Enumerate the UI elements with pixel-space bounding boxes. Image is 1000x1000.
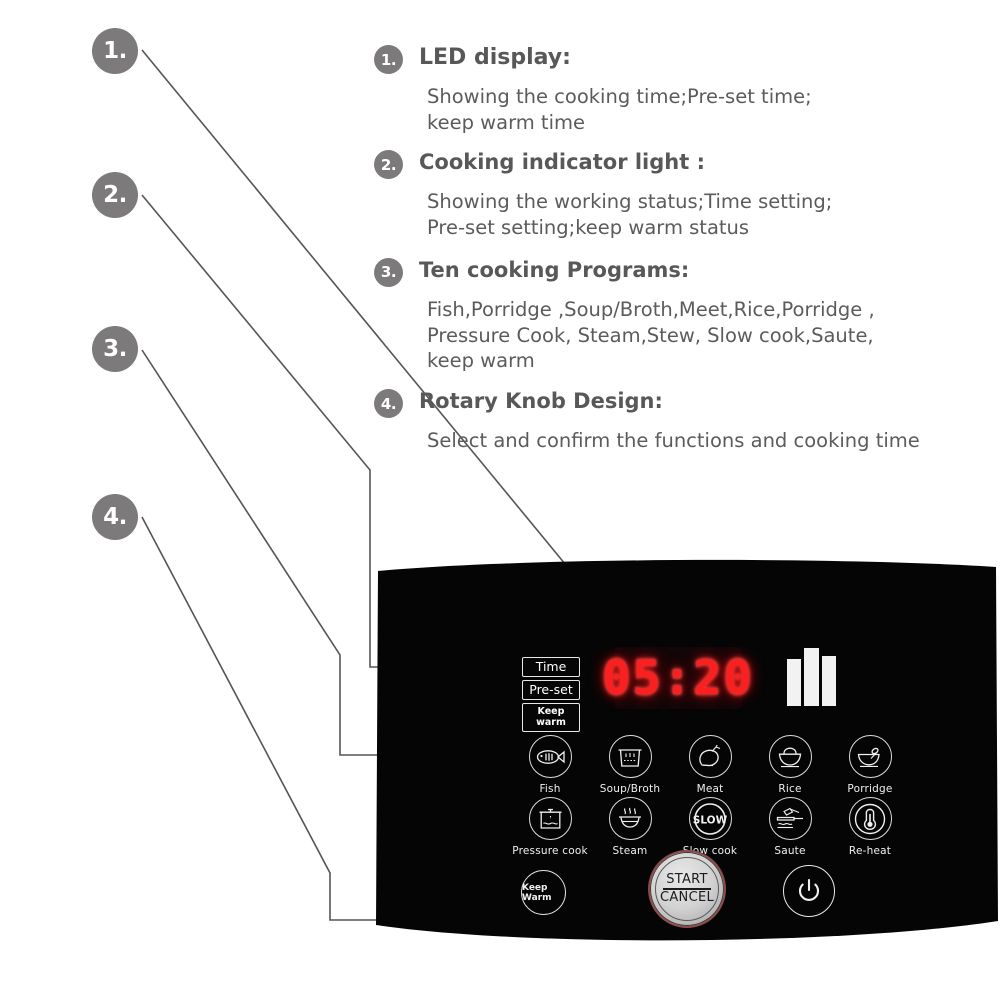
feature-badge-3: 3. [374,257,403,287]
program-label-meat: Meat [696,783,724,795]
feature-badge-4-label: 4. [380,394,397,413]
program-button-soup-broth[interactable]: Soup/Broth [590,735,670,795]
feature-badge-4: 4. [374,389,403,419]
program-button-fish[interactable]: Fish [510,735,590,795]
infographic-stage: 1. 2. 3. 4. 1. LED display: Showing the … [0,0,1000,1000]
led-display-value: 05:20 [602,650,754,706]
program-button-porridge[interactable]: Porridge [830,735,910,795]
knob-start-label: START [666,871,708,887]
feature-badge-2-label: 2. [380,155,397,174]
slow-icon-text: SLOW [693,814,728,826]
program-label-slow-cook-steam: Steam [612,845,648,857]
feature-list: 1. LED display: Showing the cooking time… [374,44,994,456]
feature-heading: 3. Ten cooking Programs: [374,257,994,287]
feature-item-led-display: 1. LED display: Showing the cooking time… [374,44,994,135]
program-button-slow-cook[interactable]: SLOW Slow cook [670,797,750,857]
porridge-bowl-spoon-icon [848,735,892,778]
program-button-steam[interactable]: Steam [590,797,670,857]
indicator-pre-set: Pre-set [522,680,580,700]
feature-badge-2: 2. [374,150,403,180]
feature-title-2: Cooking indicator light : [419,150,705,175]
feature-badge-3-label: 3. [380,263,397,282]
marker-2: 2. [92,172,138,218]
feature-description-2: Showing the working status;Time setting;… [427,190,833,240]
saute-pan-icon [768,797,812,840]
marker-2-label: 2. [103,182,127,208]
knob-face: START CANCEL [655,857,719,921]
indicator-keep-warm: Keep warm [522,703,580,732]
thermometer-icon [848,797,892,840]
feature-heading: 2. Cooking indicator light : [374,149,994,180]
pressure-level-indicator [787,648,837,706]
program-button-pressure-cook[interactable]: Pressure cook [510,797,590,857]
steam-pot-icon [608,797,652,840]
feature-item-cooking-indicator: 2. Cooking indicator light : Showing the… [374,149,994,240]
marker-3-label: 3. [103,336,127,362]
pressure-cooker-icon [528,797,572,840]
indicator-labels: Time Pre-set Keep warm [522,657,580,735]
program-button-rice[interactable]: Rice [750,735,830,795]
feature-title-1: LED display: [419,45,571,70]
keep-warm-button[interactable]: Keep Warm [521,870,566,915]
pressure-bar-2 [804,648,819,706]
control-panel: Time Pre-set Keep warm 05:20 Fish Soup/B… [374,553,1000,951]
program-label-pressure-cook: Pressure cook [512,845,588,857]
program-label-soup-broth: Soup/Broth [599,783,661,795]
feature-item-ten-programs: 3. Ten cooking Programs: Fish,Porridge ,… [374,257,994,374]
marker-1: 1. [92,28,138,74]
marker-4: 4. [92,494,138,540]
program-button-meat[interactable]: Meat [670,735,750,795]
feature-title-3: Ten cooking Programs: [419,257,690,282]
meat-drumstick-icon [688,735,732,778]
feature-badge-1: 1. [374,45,403,74]
program-label-re-heat: Re-heat [848,845,892,857]
program-label-porridge: Porridge [847,783,893,795]
pressure-bar-3 [822,656,836,706]
knob-cancel-label: CANCEL [659,889,715,905]
soup-pot-icon [608,735,652,778]
panel-contents: Time Pre-set Keep warm 05:20 Fish Soup/B… [374,553,1000,951]
led-display: 05:20 [602,647,752,709]
start-cancel-knob[interactable]: START CANCEL [648,850,726,928]
marker-1-label: 1. [103,38,127,64]
feature-description-3: Fish,Porridge ,Soup/Broth,Meet,Rice,Porr… [427,297,875,373]
slow-icon: SLOW [688,797,732,840]
program-row-2: Pressure cook Steam SLOW Slow cook Saute… [510,797,910,857]
fish-icon [528,735,572,778]
program-button-re-heat[interactable]: Re-heat [830,797,910,857]
indicator-time: Time [522,657,580,677]
power-button[interactable] [783,865,835,917]
program-label-rice: Rice [778,783,802,795]
feature-heading: 1. LED display: [374,44,994,74]
keep-warm-label: Keep Warm [522,882,552,903]
feature-description-4: Select and confirm the functions and coo… [427,429,920,453]
program-button-saute[interactable]: Saute [750,797,830,857]
feature-heading: 4. Rotary Knob Design: [374,388,994,419]
pressure-bar-1 [787,659,801,706]
feature-badge-1-label: 1. [380,50,397,69]
rice-bowl-icon [768,735,812,778]
program-label-saute: Saute [774,845,806,857]
program-row-1: Fish Soup/Broth Meat Rice Porridge [510,735,910,795]
program-label-fish: Fish [539,783,561,795]
marker-4-label: 4. [103,504,127,530]
power-icon [798,878,820,901]
feature-title-4: Rotary Knob Design: [419,389,663,414]
feature-item-rotary-knob: 4. Rotary Knob Design: Select and confir… [374,388,994,454]
feature-description-1: Showing the cooking time;Pre-set time; k… [427,85,812,134]
marker-3: 3. [92,326,138,372]
